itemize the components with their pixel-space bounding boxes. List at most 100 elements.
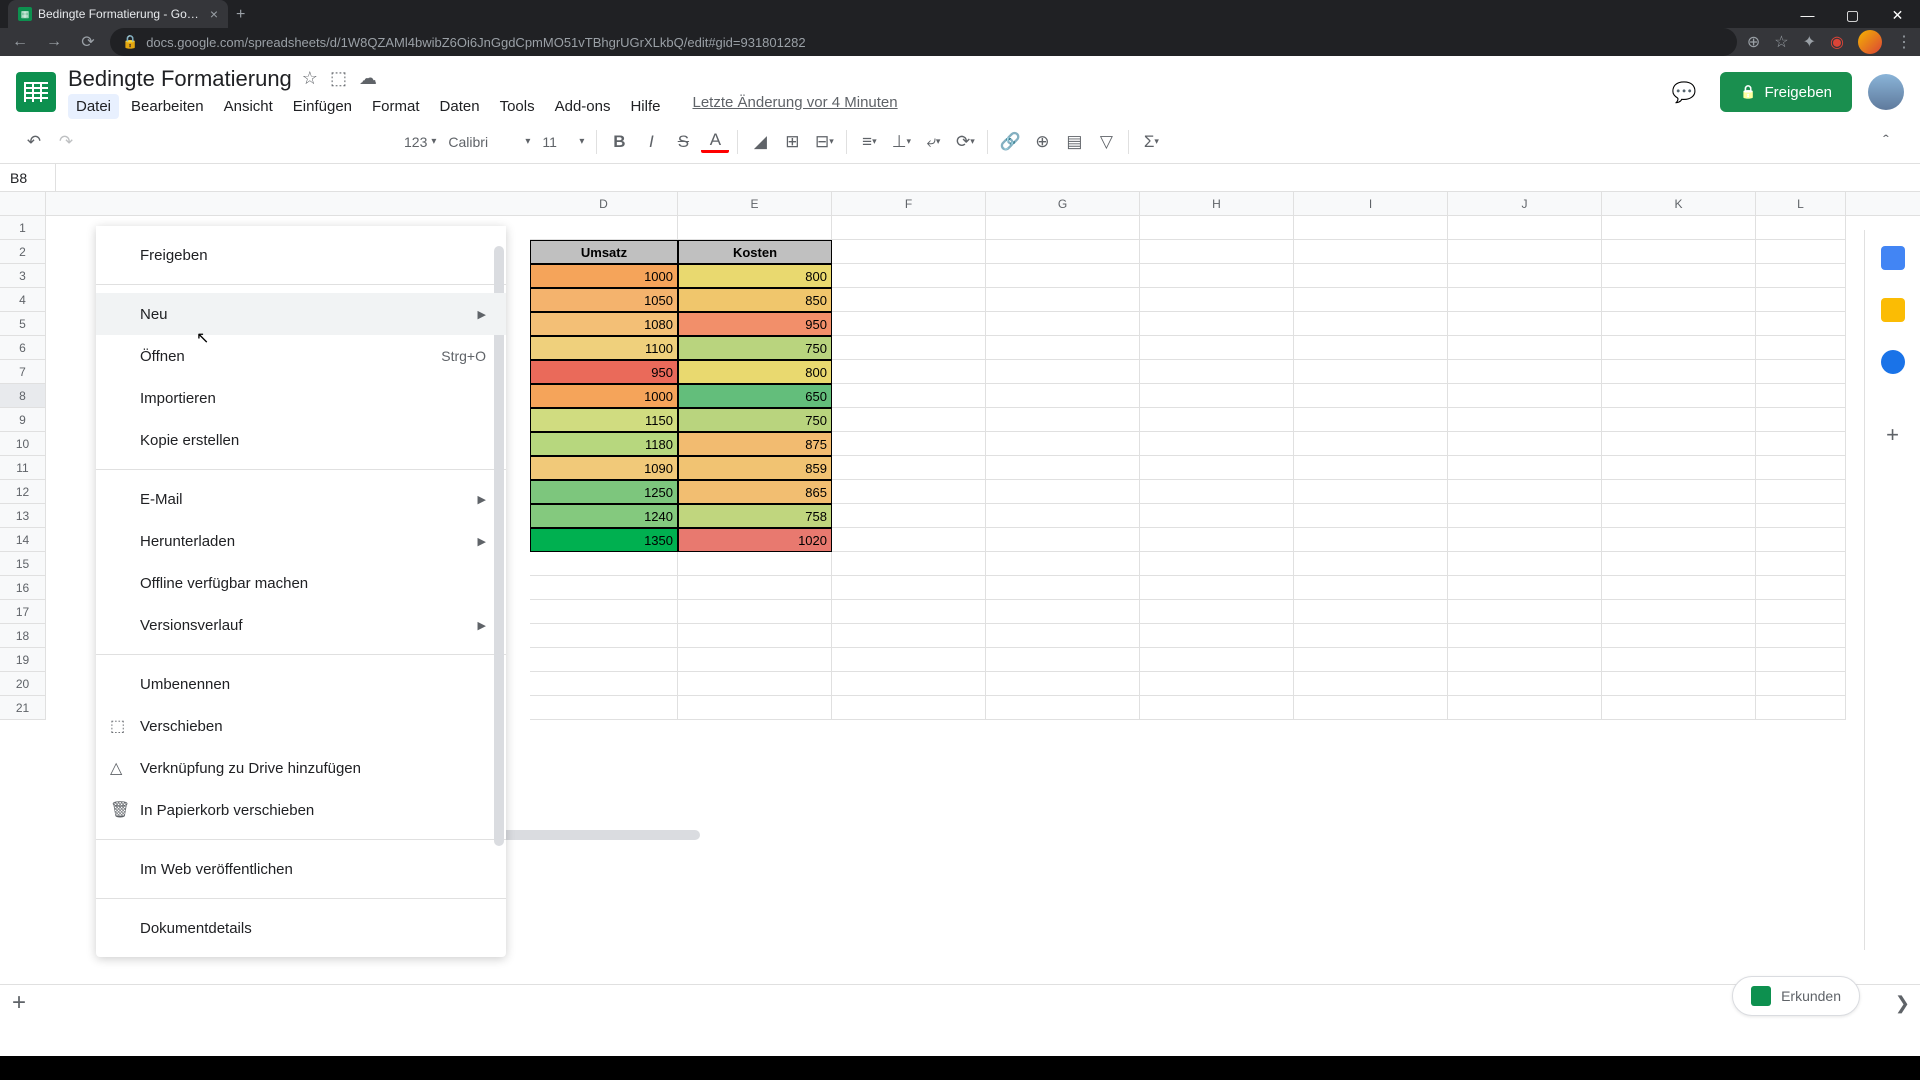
cell[interactable] [986,432,1140,456]
menu-daten[interactable]: Daten [432,94,488,119]
bold-button[interactable]: B [605,128,633,156]
menu-item-verschieben[interactable]: ⬚Verschieben [96,705,506,747]
menu-item-in-papierkorb-verschieben[interactable]: 🗑In Papierkorb verschieben [96,789,506,831]
filter-button[interactable]: ▽ [1092,128,1120,156]
cell[interactable] [832,288,986,312]
side-panel-toggle[interactable]: ❯ [1895,993,1910,1014]
menu-einfügen[interactable]: Einfügen [285,94,360,119]
italic-button[interactable]: I [637,128,665,156]
cell[interactable] [678,624,832,648]
col-header-J[interactable]: J [1448,192,1602,215]
cell[interactable] [1448,624,1602,648]
cell[interactable] [1602,504,1756,528]
cell[interactable] [1448,408,1602,432]
cell[interactable] [1602,360,1756,384]
cell[interactable] [1140,432,1294,456]
menu-item-kopie-erstellen[interactable]: Kopie erstellen [96,419,506,461]
keep-icon[interactable] [1881,298,1905,322]
fill-color-button[interactable]: ◢ [746,128,774,156]
cell[interactable] [1756,264,1846,288]
menu-item-versionsverlauf[interactable]: Versionsverlauf▶ [96,604,506,646]
cell[interactable] [1294,600,1448,624]
cell[interactable] [1140,600,1294,624]
cell[interactable] [832,672,986,696]
cell[interactable] [1448,240,1602,264]
cell[interactable] [986,504,1140,528]
cell[interactable] [832,696,986,720]
cell[interactable] [832,216,986,240]
cell[interactable] [832,384,986,408]
extensions-icon[interactable]: ✦ [1803,32,1816,52]
cell[interactable] [832,336,986,360]
cell[interactable]: 1090 [530,456,678,480]
cell[interactable] [1294,528,1448,552]
cell[interactable]: 950 [530,360,678,384]
cell[interactable] [1294,456,1448,480]
cell[interactable]: 750 [678,408,832,432]
cell[interactable] [1294,336,1448,360]
cell[interactable] [1294,696,1448,720]
cell[interactable] [1602,456,1756,480]
cell[interactable] [1140,240,1294,264]
cell[interactable] [986,696,1140,720]
cell[interactable] [530,648,678,672]
row-header[interactable]: 8 [0,384,46,408]
cell[interactable] [1448,480,1602,504]
cell[interactable] [1756,312,1846,336]
cell[interactable] [1756,528,1846,552]
cell[interactable] [1756,360,1846,384]
row-header[interactable]: 18 [0,624,46,648]
cell[interactable] [1756,672,1846,696]
valign-button[interactable]: ⊥▾ [887,128,915,156]
cell[interactable] [832,408,986,432]
cell[interactable] [1602,384,1756,408]
cell[interactable] [1448,312,1602,336]
row-header[interactable]: 6 [0,336,46,360]
cell[interactable] [832,264,986,288]
cell[interactable] [1602,336,1756,360]
cell[interactable] [1448,504,1602,528]
tasks-icon[interactable] [1881,350,1905,374]
cell[interactable] [986,600,1140,624]
cell[interactable] [1140,480,1294,504]
cell[interactable] [1448,336,1602,360]
cell[interactable] [1448,600,1602,624]
cell[interactable] [1294,432,1448,456]
font-size-select[interactable]: 11▾ [538,134,588,150]
chart-button[interactable]: ▤ [1060,128,1088,156]
cell[interactable] [986,360,1140,384]
cell[interactable] [1448,216,1602,240]
cell[interactable] [1294,504,1448,528]
doc-title[interactable]: Bedingte Formatierung [68,66,292,92]
row-header[interactable]: 3 [0,264,46,288]
cell[interactable] [1140,384,1294,408]
cell[interactable] [986,480,1140,504]
cell[interactable] [1602,576,1756,600]
browser-profile-avatar[interactable] [1858,30,1882,54]
cell[interactable]: 859 [678,456,832,480]
format-select[interactable]: 123▾ [400,134,440,150]
cell[interactable] [1602,600,1756,624]
cell[interactable] [832,648,986,672]
cell[interactable] [678,648,832,672]
extension-icon[interactable]: ◉ [1830,32,1844,52]
row-header[interactable]: 17 [0,600,46,624]
cell[interactable] [1294,552,1448,576]
redo-button[interactable]: ↷ [52,128,80,156]
cell[interactable] [832,528,986,552]
col-header-E[interactable]: E [678,192,832,215]
cell[interactable]: 1250 [530,480,678,504]
cell[interactable] [986,672,1140,696]
cell[interactable] [530,672,678,696]
cell[interactable] [1756,288,1846,312]
menu-hilfe[interactable]: Hilfe [622,94,668,119]
cell[interactable]: 800 [678,360,832,384]
cell[interactable] [530,696,678,720]
cell[interactable] [986,648,1140,672]
cell[interactable] [1602,480,1756,504]
account-avatar[interactable] [1868,74,1904,110]
cell[interactable]: 800 [678,264,832,288]
cell[interactable] [1448,696,1602,720]
row-header[interactable]: 20 [0,672,46,696]
cell[interactable] [1756,696,1846,720]
